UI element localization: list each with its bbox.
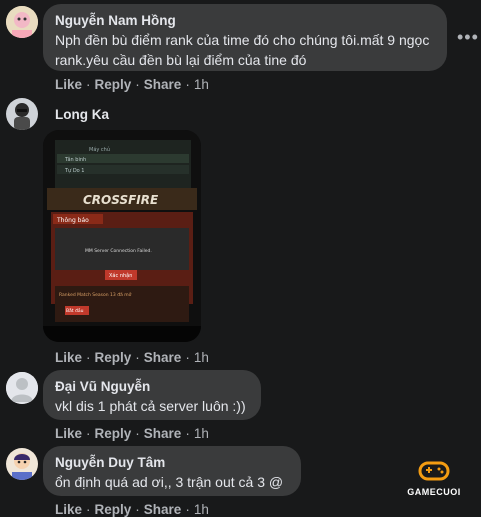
timestamp[interactable]: 1h — [194, 426, 209, 441]
comment-author[interactable]: Long Ka — [55, 107, 109, 122]
more-horizontal-icon[interactable]: ••• — [457, 28, 479, 46]
photo-brand: CROSSFIRE — [83, 193, 159, 207]
share-button[interactable]: Share — [144, 77, 182, 92]
comment-actions-3: Like · Reply · Share · 1h — [55, 426, 209, 441]
separator: · — [135, 502, 140, 517]
gamecuoi-logo: GAMECUOI — [404, 460, 464, 504]
comment-actions-4: Like · Reply · Share · 1h — [55, 502, 209, 517]
gamepad-icon — [418, 461, 450, 481]
reply-button[interactable]: Reply — [95, 502, 132, 517]
separator: · — [185, 350, 190, 365]
share-button[interactable]: Share — [144, 502, 182, 517]
separator: · — [135, 350, 140, 365]
like-button[interactable]: Like — [55, 426, 82, 441]
avatar-long-ka[interactable] — [6, 98, 38, 130]
separator: · — [86, 502, 91, 517]
timestamp[interactable]: 1h — [194, 77, 209, 92]
separator: · — [185, 426, 190, 441]
separator: · — [135, 426, 140, 441]
reply-button[interactable]: Reply — [95, 350, 132, 365]
comment-text: vkl dis 1 phát cả server luôn :)) — [55, 398, 246, 414]
separator: · — [86, 350, 91, 365]
separator: · — [185, 77, 190, 92]
comment-author[interactable]: Nguyễn Duy Tâm — [55, 454, 289, 472]
timestamp[interactable]: 1h — [194, 350, 209, 365]
like-button[interactable]: Like — [55, 350, 82, 365]
share-button[interactable]: Share — [144, 350, 182, 365]
separator: · — [185, 502, 190, 517]
photo-row-label: Tự Do 1 — [64, 168, 85, 174]
reply-button[interactable]: Reply — [95, 426, 132, 441]
comment-bubble-3: Đại Vũ Nguyễn vkl dis 1 phát cả server l… — [43, 370, 261, 420]
comment-author[interactable]: Nguyễn Nam Hồng — [55, 12, 435, 30]
reply-button[interactable]: Reply — [95, 77, 132, 92]
share-button[interactable]: Share — [144, 426, 182, 441]
comment-photo[interactable]: Máy chủ Tân binh Tự Do 1 CROSSFIRE Thông… — [43, 130, 201, 342]
like-button[interactable]: Like — [55, 502, 82, 517]
comment-bubble-1: Nguyễn Nam Hồng Nph đền bù điểm rank của… — [43, 4, 447, 71]
watermark-text: GAMECUOI — [407, 487, 461, 497]
comment-text: Nph đền bù điểm rank của time đó cho chú… — [55, 32, 430, 68]
separator: · — [86, 426, 91, 441]
comment-actions-1: Like · Reply · Share · 1h — [55, 77, 209, 92]
photo-dialog-message: MM Server Connection Failed. — [85, 248, 152, 254]
photo-footer-text: Ranked Match Season 13 đã mở — [59, 291, 132, 298]
avatar-nguyen-nam-hong[interactable] — [6, 6, 38, 38]
photo-row-label: Tân binh — [64, 156, 86, 163]
comment-author[interactable]: Đại Vũ Nguyễn — [55, 378, 249, 396]
photo-ok-button: Xác nhận — [109, 272, 132, 279]
avatar-nguyen-duy-tam[interactable] — [6, 448, 38, 480]
comment-bubble-4: Nguyễn Duy Tâm ổn định quá ad ơi,, 3 trậ… — [43, 446, 301, 496]
photo-dialog-title: Thông báo — [56, 217, 89, 224]
avatar-dai-vu-nguyen[interactable] — [6, 372, 38, 404]
comment-text: ổn định quá ad ơi,, 3 trận out cả 3 @ — [55, 474, 284, 490]
like-button[interactable]: Like — [55, 77, 82, 92]
timestamp[interactable]: 1h — [194, 502, 209, 517]
comment-actions-2: Like · Reply · Share · 1h — [55, 350, 209, 365]
photo-row-label: Máy chủ — [89, 146, 110, 153]
separator: · — [86, 77, 91, 92]
separator: · — [135, 77, 140, 92]
